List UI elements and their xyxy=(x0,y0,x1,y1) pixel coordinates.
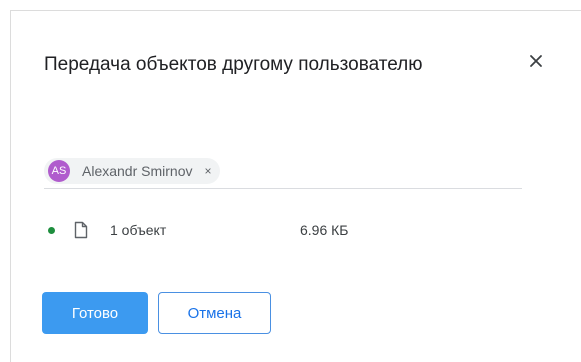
avatar: AS xyxy=(48,160,70,182)
chip-remove-icon[interactable]: × xyxy=(205,165,212,177)
dialog-title: Передача объектов другому пользователю xyxy=(44,54,423,75)
recipient-field[interactable]: AS Alexandr Smirnov × xyxy=(44,156,522,189)
close-button[interactable] xyxy=(524,49,548,73)
item-size: 6.96 КБ xyxy=(300,222,349,238)
recipient-chip: AS Alexandr Smirnov × xyxy=(44,158,220,184)
file-icon xyxy=(74,221,88,239)
recipient-name: Alexandr Smirnov xyxy=(82,163,193,179)
transfer-item-row: 1 объект 6.96 КБ xyxy=(44,220,464,240)
item-count: 1 объект xyxy=(110,222,167,238)
status-dot-icon xyxy=(48,227,55,234)
done-button[interactable]: Готово xyxy=(42,292,148,334)
close-icon xyxy=(530,55,542,67)
cancel-button[interactable]: Отмена xyxy=(158,292,271,334)
